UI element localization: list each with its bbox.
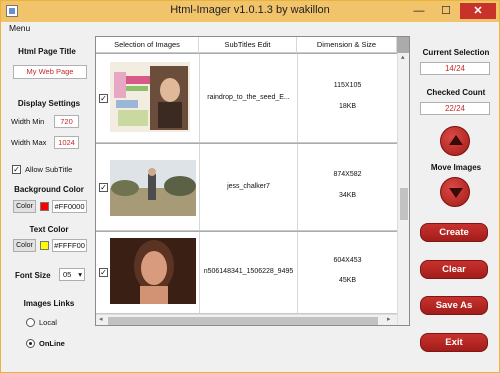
font-size-value: 05 xyxy=(63,270,72,279)
horizontal-scroll-thumb[interactable] xyxy=(108,317,378,325)
arrow-up-icon xyxy=(449,135,463,145)
background-color-input[interactable]: #FF0000 xyxy=(52,200,87,213)
text-color-input[interactable]: #FFFF00 xyxy=(52,239,87,252)
row-checkbox[interactable]: ✓ xyxy=(99,268,108,277)
clear-button[interactable]: Clear xyxy=(420,260,488,279)
subtitle-text: raindrop_to_the_seed_E... xyxy=(207,94,290,101)
table-row[interactable]: ✓ n506148341_1506228_9495 604X453 45KB xyxy=(96,232,397,314)
text-color-swatch xyxy=(40,241,49,250)
arrow-down-icon xyxy=(449,188,463,198)
dimension-cell: 604X453 45KB xyxy=(297,232,397,313)
links-online-radio[interactable] xyxy=(26,339,35,348)
scroll-left-icon[interactable]: ◂ xyxy=(99,315,103,325)
checked-count-value: 22/24 xyxy=(420,102,490,115)
image-thumbnail[interactable] xyxy=(110,62,190,132)
close-button[interactable]: ✕ xyxy=(460,3,496,19)
size-text: 45KB xyxy=(338,277,357,284)
checked-count-label: Checked Count xyxy=(426,88,486,97)
width-max-label: Width Max xyxy=(11,138,47,147)
table-row[interactable]: ✓ jess_chalker7 874X582 34KB xyxy=(96,144,397,231)
font-size-label: Font Size xyxy=(15,271,51,280)
vertical-scrollbar[interactable]: ▴ xyxy=(397,53,409,325)
scroll-right-icon[interactable]: ▸ xyxy=(387,315,391,325)
minimize-button[interactable]: — xyxy=(407,3,431,19)
grid-header: Selection of Images SubTitles Edit Dimen… xyxy=(96,37,397,53)
row-checkbox[interactable]: ✓ xyxy=(99,183,108,192)
maximize-button[interactable]: ☐ xyxy=(434,3,458,19)
background-color-button[interactable]: Color xyxy=(13,200,36,213)
subtitle-cell[interactable]: jess_chalker7 xyxy=(199,144,297,230)
menu-bar: Menu xyxy=(1,22,499,36)
save-as-button[interactable]: Save As xyxy=(420,296,488,315)
images-links-label: Images Links xyxy=(23,299,75,308)
links-online-label: OnLine xyxy=(39,339,65,348)
dimension-text: 604X453 xyxy=(333,257,362,264)
page-title-label: Html Page Title xyxy=(18,47,76,56)
image-grid[interactable]: Selection of Images SubTitles Edit Dimen… xyxy=(95,36,410,326)
current-selection-label: Current Selection xyxy=(422,48,490,57)
page-title-input[interactable]: My Web Page xyxy=(13,65,87,79)
current-selection-value: 14/24 xyxy=(420,62,490,75)
actions-panel: Current Selection 14/24 Checked Count 22… xyxy=(413,36,499,372)
vertical-scroll-thumb[interactable] xyxy=(400,188,408,220)
text-color-label: Text Color xyxy=(29,225,69,234)
create-button[interactable]: Create xyxy=(420,223,488,242)
table-row[interactable]: ✓ raindrop_to_the_seed_E... 115X105 18KB xyxy=(96,54,397,143)
thumbnail-collage-image xyxy=(110,62,190,132)
dimension-text: 115X105 xyxy=(333,82,362,89)
display-settings-label: Display Settings xyxy=(17,99,81,108)
subtitle-text: n506148341_1506228_9495 xyxy=(203,268,294,275)
chevron-down-icon: ▾ xyxy=(78,270,82,279)
background-color-label: Background Color xyxy=(14,185,84,194)
width-max-input[interactable]: 1024 xyxy=(54,136,79,149)
image-thumbnail[interactable] xyxy=(110,160,196,216)
column-header-dimension[interactable]: Dimension & Size xyxy=(297,37,397,53)
font-size-select[interactable]: 05 ▾ xyxy=(59,268,85,281)
allow-subtitle-checkbox[interactable]: ✓ xyxy=(12,165,21,174)
thumbnail-field-image xyxy=(110,160,196,216)
row-checkbox[interactable]: ✓ xyxy=(99,94,108,103)
subtitle-text: jess_chalker7 xyxy=(227,183,270,190)
column-header-selection[interactable]: Selection of Images xyxy=(96,37,199,53)
image-thumbnail[interactable] xyxy=(110,238,196,304)
dimension-text: 874X582 xyxy=(333,171,362,178)
menu-item-menu[interactable]: Menu xyxy=(9,23,30,33)
title-bar: Html-Imager v1.0.1.3 by wakillon — ☐ ✕ xyxy=(1,1,499,22)
dimension-cell: 874X582 34KB xyxy=(297,144,397,230)
links-local-radio[interactable] xyxy=(26,318,35,327)
exit-button[interactable]: Exit xyxy=(420,333,488,352)
horizontal-scrollbar[interactable]: ◂ ▸ xyxy=(96,314,397,325)
background-color-swatch xyxy=(40,202,49,211)
move-images-label: Move Images xyxy=(430,163,482,172)
width-min-input[interactable]: 720 xyxy=(54,115,79,128)
links-local-label: Local xyxy=(39,318,57,327)
subtitle-cell[interactable]: raindrop_to_the_seed_E... xyxy=(199,54,297,142)
column-header-subtitles[interactable]: SubTitles Edit xyxy=(199,37,297,53)
dimension-cell: 115X105 18KB xyxy=(297,54,397,142)
allow-subtitle-label: Allow SubTitle xyxy=(25,165,73,174)
move-up-button[interactable] xyxy=(440,126,470,156)
size-text: 34KB xyxy=(338,192,357,199)
width-min-label: Width Min xyxy=(11,117,45,126)
subtitle-cell[interactable]: n506148341_1506228_9495 xyxy=(199,232,297,313)
move-down-button[interactable] xyxy=(440,177,470,207)
app-window: Html-Imager v1.0.1.3 by wakillon — ☐ ✕ M… xyxy=(0,0,500,373)
scroll-up-icon[interactable]: ▴ xyxy=(401,53,405,63)
settings-panel: Html Page Title My Web Page Display Sett… xyxy=(1,36,93,372)
size-text: 18KB xyxy=(338,103,357,110)
thumbnail-portrait-image xyxy=(110,238,196,304)
text-color-button[interactable]: Color xyxy=(13,239,36,252)
